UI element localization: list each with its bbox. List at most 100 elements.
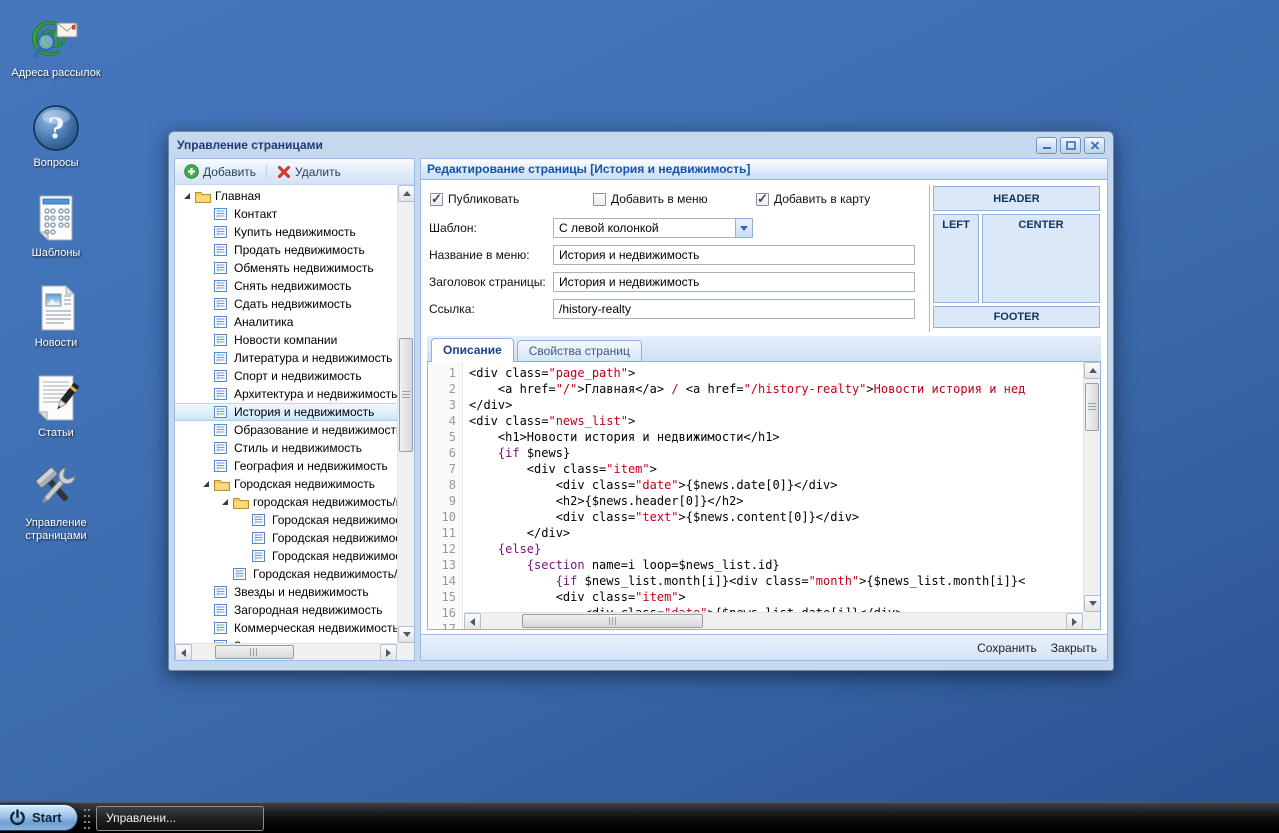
scroll-right-button[interactable] bbox=[380, 644, 397, 660]
template-select-value[interactable]: С левой колонкой bbox=[553, 218, 735, 238]
page-icon bbox=[214, 405, 231, 419]
tree-item[interactable]: География и недвижимость bbox=[175, 457, 397, 475]
tree-item[interactable]: Городская недвижимость bbox=[175, 475, 397, 493]
close-editor-button[interactable]: Закрыть bbox=[1051, 641, 1097, 655]
desktop-icon-page-management[interactable]: Управление страницами bbox=[8, 462, 104, 543]
code-token: > bbox=[866, 382, 873, 396]
scroll-down-button[interactable] bbox=[1084, 595, 1101, 612]
tree-item[interactable]: Стиль и недвижимость bbox=[175, 439, 397, 457]
start-button[interactable]: Start bbox=[0, 804, 78, 831]
tree-item[interactable]: Городская недвижимость/ко bbox=[175, 511, 397, 529]
expand-triangle[interactable] bbox=[217, 499, 233, 505]
tree-item[interactable]: Новости компании bbox=[175, 331, 397, 349]
checkbox-box-add-to-map[interactable] bbox=[756, 193, 769, 206]
scroll-track[interactable] bbox=[192, 644, 380, 660]
desktop-icon-mail-addresses[interactable]: @Адреса рассылок bbox=[8, 12, 104, 80]
desktop-icon-templates[interactable]: Шаблоны bbox=[8, 192, 104, 260]
tree-item[interactable]: История и недвижимость bbox=[175, 403, 397, 421]
tree-item-label: Сдать недвижимость bbox=[231, 297, 352, 311]
tree-item[interactable]: Обменять недвижимость bbox=[175, 259, 397, 277]
scroll-thumb[interactable] bbox=[1085, 383, 1099, 431]
desktop-icon-articles[interactable]: Статьи bbox=[8, 372, 104, 440]
scroll-down-button[interactable] bbox=[398, 626, 414, 643]
tree-item[interactable]: Литература и недвижимость bbox=[175, 349, 397, 367]
tree-item-label: Аналитика bbox=[231, 315, 293, 329]
close-button[interactable] bbox=[1084, 137, 1105, 154]
svg-text:?: ? bbox=[48, 112, 64, 145]
scroll-track[interactable] bbox=[398, 202, 414, 626]
code-line: <a href="/">Главная</a> / <a href="/hist… bbox=[469, 381, 1083, 397]
checkbox-add-to-menu: Добавить в меню bbox=[593, 192, 756, 206]
taskbar-item-page-management[interactable]: Управлени... bbox=[96, 806, 264, 831]
arrow-up-icon bbox=[1089, 368, 1097, 373]
code-token: <div class= bbox=[469, 462, 606, 476]
menu-name-input[interactable] bbox=[553, 245, 915, 265]
code-token: "news_list" bbox=[548, 414, 627, 428]
window-titlebar[interactable]: Управление страницами bbox=[174, 132, 1108, 158]
delete-button[interactable]: Удалить bbox=[274, 163, 344, 181]
add-button[interactable]: Добавить bbox=[181, 162, 259, 181]
tree-item[interactable]: Контакт bbox=[175, 205, 397, 223]
tree-item[interactable]: Загородная недвижимость bbox=[175, 601, 397, 619]
save-button[interactable]: Сохранить bbox=[977, 641, 1037, 655]
tree-item-label: Городская недвижимость/ко bbox=[269, 513, 397, 527]
editor-panel: Редактирование страницы [История и недви… bbox=[420, 158, 1108, 661]
minimize-button[interactable] bbox=[1036, 137, 1057, 154]
checkbox-box-add-to-menu[interactable] bbox=[593, 193, 606, 206]
code-token: <h1>Новости история и недвижимости</h1> bbox=[469, 430, 780, 444]
scroll-right-button[interactable] bbox=[1066, 613, 1083, 630]
tree-vertical-scrollbar[interactable] bbox=[397, 185, 414, 643]
tree-item[interactable]: Городская недвижимость/кварт bbox=[175, 565, 397, 583]
tree-item[interactable]: Архитектура и недвижимость bbox=[175, 385, 397, 403]
checkbox-label: Публиковать bbox=[448, 192, 519, 206]
tab-description[interactable]: Описание bbox=[431, 338, 514, 362]
scroll-left-button[interactable] bbox=[464, 613, 481, 630]
editor-code[interactable]: <div class="page_path"> <a href="/">Глав… bbox=[464, 362, 1083, 629]
scroll-thumb[interactable] bbox=[399, 338, 413, 452]
tree-item[interactable]: Сдать недвижимость bbox=[175, 295, 397, 313]
checkbox-box-publish[interactable] bbox=[430, 193, 443, 206]
desktop-icon-label: Шаблоны bbox=[32, 247, 81, 260]
tree-item[interactable]: Купить недвижимость bbox=[175, 223, 397, 241]
code-token: "month" bbox=[809, 574, 860, 588]
tree-item[interactable]: Продать недвижимость bbox=[175, 241, 397, 259]
scroll-track[interactable] bbox=[1084, 379, 1100, 595]
tree-item[interactable]: городская недвижимость/комна bbox=[175, 493, 397, 511]
scroll-up-button[interactable] bbox=[398, 185, 414, 202]
tree-toolbar: Добавить Удалить bbox=[175, 159, 414, 185]
desktop-icon-news[interactable]: Новости bbox=[8, 282, 104, 350]
tree-item[interactable]: Снять недвижимость bbox=[175, 277, 397, 295]
tab-page-properties[interactable]: Свойства страниц bbox=[517, 340, 642, 361]
layout-preview-wrap: HEADER LEFT CENTER FOOTER bbox=[929, 185, 1101, 332]
tree-item[interactable]: Городская недвижимость/ко bbox=[175, 547, 397, 565]
page-title-input[interactable] bbox=[553, 272, 915, 292]
editor-horizontal-scrollbar[interactable] bbox=[464, 612, 1083, 629]
maximize-button[interactable] bbox=[1060, 137, 1081, 154]
field-label-menu-name: Название в меню: bbox=[429, 248, 553, 262]
tree-item[interactable]: Городская недвижимость/ко bbox=[175, 529, 397, 547]
scroll-thumb[interactable] bbox=[522, 614, 703, 628]
tree-item[interactable]: Коммерческая недвижимость bbox=[175, 619, 397, 637]
expand-triangle[interactable] bbox=[179, 193, 195, 199]
editor-vertical-scrollbar[interactable] bbox=[1083, 362, 1100, 612]
folder-icon bbox=[233, 496, 250, 509]
tree-horizontal-scrollbar[interactable] bbox=[175, 643, 397, 660]
scroll-left-button[interactable] bbox=[175, 644, 192, 660]
field-row-page-title: Заголовок страницы: bbox=[429, 272, 919, 292]
scroll-track[interactable] bbox=[481, 613, 1066, 629]
tree-item[interactable]: Аналитика bbox=[175, 313, 397, 331]
line-number: 9 bbox=[428, 493, 456, 509]
link-input[interactable] bbox=[553, 299, 915, 319]
scroll-up-button[interactable] bbox=[1084, 362, 1101, 379]
tree-item[interactable]: Звезды и недвижимость bbox=[175, 583, 397, 601]
tree-item-label: География и недвижимость bbox=[231, 459, 388, 473]
tree-item[interactable]: Спорт и недвижимость bbox=[175, 367, 397, 385]
tree-item[interactable]: Главная bbox=[175, 187, 397, 205]
scroll-thumb[interactable] bbox=[215, 645, 294, 659]
desktop-icon-questions[interactable]: ?Вопросы bbox=[8, 102, 104, 170]
code-line: <div class="text">{$news.content[0]}</di… bbox=[469, 509, 1083, 525]
expand-triangle[interactable] bbox=[198, 481, 214, 487]
combo-trigger[interactable] bbox=[735, 218, 753, 238]
code-token bbox=[469, 558, 527, 572]
tree-item[interactable]: Образование и недвижимость bbox=[175, 421, 397, 439]
